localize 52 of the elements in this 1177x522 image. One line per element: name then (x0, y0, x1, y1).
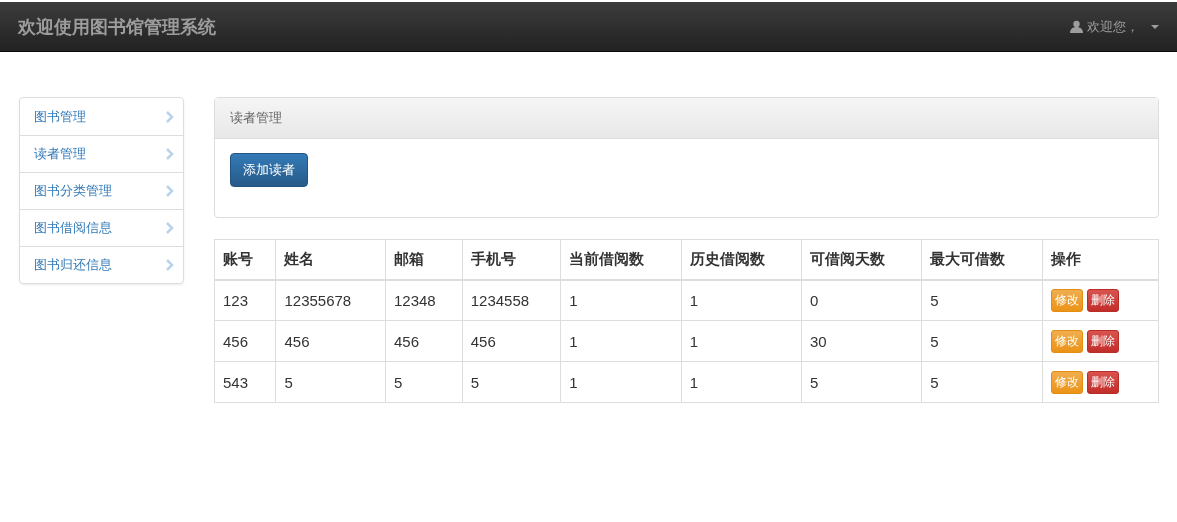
table-cell: 5 (921, 320, 1043, 362)
chevron-right-icon (166, 222, 174, 234)
column-header: 历史借阅数 (681, 239, 802, 280)
sidebar-item[interactable]: 图书分类管理 (20, 172, 183, 209)
caret-icon (1151, 24, 1159, 29)
table-cell: 5 (921, 279, 1043, 321)
delete-button[interactable]: 删除 (1086, 329, 1119, 353)
column-header: 姓名 (275, 239, 386, 280)
table-cell: 123 (214, 279, 276, 321)
chevron-right-icon (166, 148, 174, 160)
column-header: 操作 (1042, 239, 1159, 280)
sidebar-item[interactable]: 图书归还信息 (20, 246, 183, 283)
add-reader-button[interactable]: 添加读者 (230, 153, 308, 187)
column-header: 最大可借数 (921, 239, 1043, 280)
user-menu[interactable]: 欢迎您， (1070, 17, 1159, 36)
table-cell: 12355678 (275, 279, 386, 321)
chevron-right-icon (166, 185, 174, 197)
table-cell: 1234558 (462, 279, 561, 321)
table-cell: 1 (681, 279, 802, 321)
table-cell: 30 (801, 320, 922, 362)
user-icon (1070, 20, 1083, 33)
chevron-right-icon (166, 259, 174, 271)
sidebar-item[interactable]: 图书管理 (20, 98, 183, 135)
table-cell: 12348 (385, 279, 463, 321)
table-cell: 543 (214, 361, 276, 403)
column-header: 账号 (214, 239, 276, 280)
column-header: 手机号 (462, 239, 561, 280)
delete-button[interactable]: 删除 (1086, 370, 1119, 394)
sidebar-item[interactable]: 图书借阅信息 (20, 209, 183, 246)
chevron-right-icon (166, 110, 174, 123)
sidebar-item[interactable]: 读者管理 (20, 135, 183, 172)
table-cell: 456 (385, 320, 463, 362)
panel-title: 读者管理 (230, 109, 282, 127)
table-cell: 456 (214, 320, 276, 362)
column-header: 可借阅天数 (801, 239, 922, 280)
app-title: 欢迎使用图书馆管理系统 (18, 15, 216, 39)
table-cell: 1 (560, 279, 682, 321)
table-cell: 1 (681, 361, 802, 403)
table-cell: 5 (462, 361, 561, 403)
table-cell: 1 (560, 361, 682, 403)
table-cell: 5 (385, 361, 463, 403)
table-cell: 5 (921, 361, 1043, 403)
table-cell: 456 (275, 320, 386, 362)
column-header: 邮箱 (385, 239, 463, 280)
table-cell: 1 (681, 320, 802, 362)
delete-button[interactable]: 删除 (1086, 288, 1119, 312)
column-header: 当前借阅数 (560, 239, 682, 280)
table-cell: 1 (560, 320, 682, 362)
table-cell: 5 (275, 361, 386, 403)
table-cell: 456 (462, 320, 561, 362)
table-cell: 0 (801, 279, 922, 321)
table-cell: 5 (801, 361, 922, 403)
